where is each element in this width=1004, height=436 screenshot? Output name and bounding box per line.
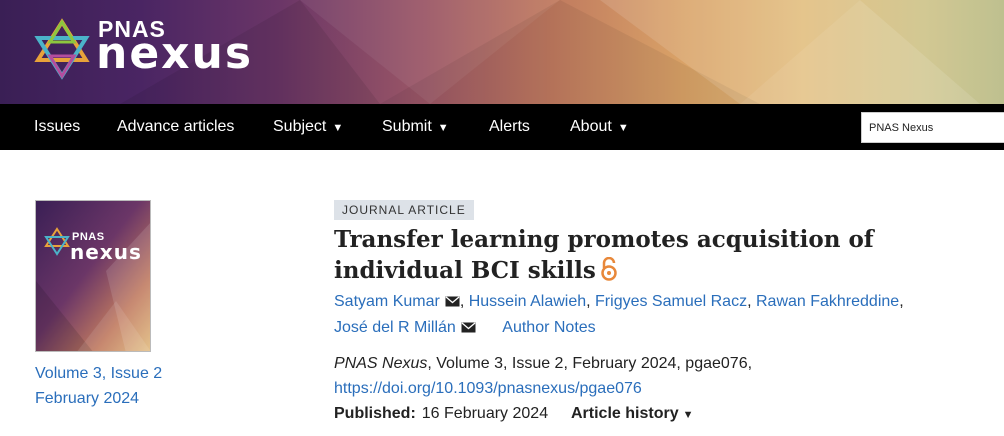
nav-item-label: Advance articles <box>117 118 235 135</box>
nav-item-label: About <box>570 118 612 135</box>
nav-item-label: Issues <box>34 118 81 135</box>
article-history-label: Article history <box>571 405 679 422</box>
author-list: Satyam Kumar, Hussein Alawieh, Frigyes S… <box>334 293 904 311</box>
article-title: Transfer learning promotes acquisition o… <box>334 224 894 286</box>
issue-cover-image[interactable]: PNAS nexus <box>35 200 151 352</box>
nav-item-subject[interactable]: Subject ▼ <box>273 104 343 150</box>
published-label: Published: <box>334 405 416 422</box>
author-notes-link[interactable]: Author Notes <box>502 319 595 336</box>
nav-item-label: Alerts <box>489 118 530 135</box>
pnas-nexus-logo-icon <box>34 18 90 80</box>
citation-journal: PNAS Nexus <box>334 355 428 372</box>
chevron-down-icon: ▼ <box>437 122 449 134</box>
author-link[interactable]: Frigyes Samuel Racz <box>595 293 747 310</box>
cover-artwork <box>36 201 150 351</box>
nav-item-label: Submit <box>382 118 432 135</box>
author-link[interactable]: Rawan Fakhreddine <box>756 293 899 310</box>
published-date: 16 February 2024 <box>421 405 549 422</box>
author-link[interactable]: Satyam Kumar <box>334 293 440 310</box>
nav-item-alerts[interactable]: Alerts <box>489 104 530 150</box>
chevron-down-icon: ▼ <box>682 409 694 421</box>
author-separator: , <box>899 293 904 310</box>
nav-item-issues[interactable]: Issues <box>34 104 80 150</box>
author-separator: , <box>459 293 465 310</box>
nav-item-about[interactable]: About ▼ <box>570 104 629 150</box>
author-list-line2: José del R Millán Author Notes <box>334 319 596 337</box>
issue-date-link[interactable]: February 2024 <box>35 390 139 408</box>
author-separator: , <box>747 293 752 310</box>
nav-item-submit[interactable]: Submit ▼ <box>382 104 449 150</box>
cover-nexus-text: nexus <box>70 240 142 264</box>
search-input[interactable] <box>861 112 1004 143</box>
doi-link[interactable]: https://doi.org/10.1093/pnasnexus/pgae07… <box>334 380 642 398</box>
published-info: Published: 16 February 2024 <box>334 405 548 423</box>
envelope-icon[interactable] <box>461 322 476 333</box>
chevron-down-icon: ▼ <box>332 122 344 134</box>
main-nav: Issues Advance articles Subject ▼ Submit ▼… <box>0 104 1004 150</box>
logo-nexus-text: nexus <box>96 28 254 79</box>
envelope-icon[interactable] <box>445 296 460 307</box>
chevron-down-icon: ▼ <box>617 122 629 134</box>
citation-details: , Volume 3, Issue 2, February 2024, pgae… <box>427 355 753 372</box>
issue-volume-link[interactable]: Volume 3, Issue 2 <box>35 365 162 383</box>
author-link[interactable]: José del R Millán <box>334 319 456 336</box>
pnas-nexus-logo[interactable]: PNAS nexus <box>32 14 272 84</box>
author-separator: , <box>586 293 591 310</box>
site-banner: PNAS nexus <box>0 0 1004 104</box>
open-lock-icon <box>601 257 617 281</box>
nav-item-advance-articles[interactable]: Advance articles <box>117 104 234 150</box>
article-citation: PNAS Nexus, Volume 3, Issue 2, February … <box>334 355 752 373</box>
nav-item-label: Subject <box>273 118 327 135</box>
article-title-line1: Transfer learning promotes acquisition o… <box>334 226 874 253</box>
article-history-button[interactable]: Article history ▼ <box>571 405 693 423</box>
author-link[interactable]: Hussein Alawieh <box>469 293 586 310</box>
article-title-line2: individual BCI skills <box>334 257 596 284</box>
article-type-badge: JOURNAL ARTICLE <box>334 200 474 220</box>
